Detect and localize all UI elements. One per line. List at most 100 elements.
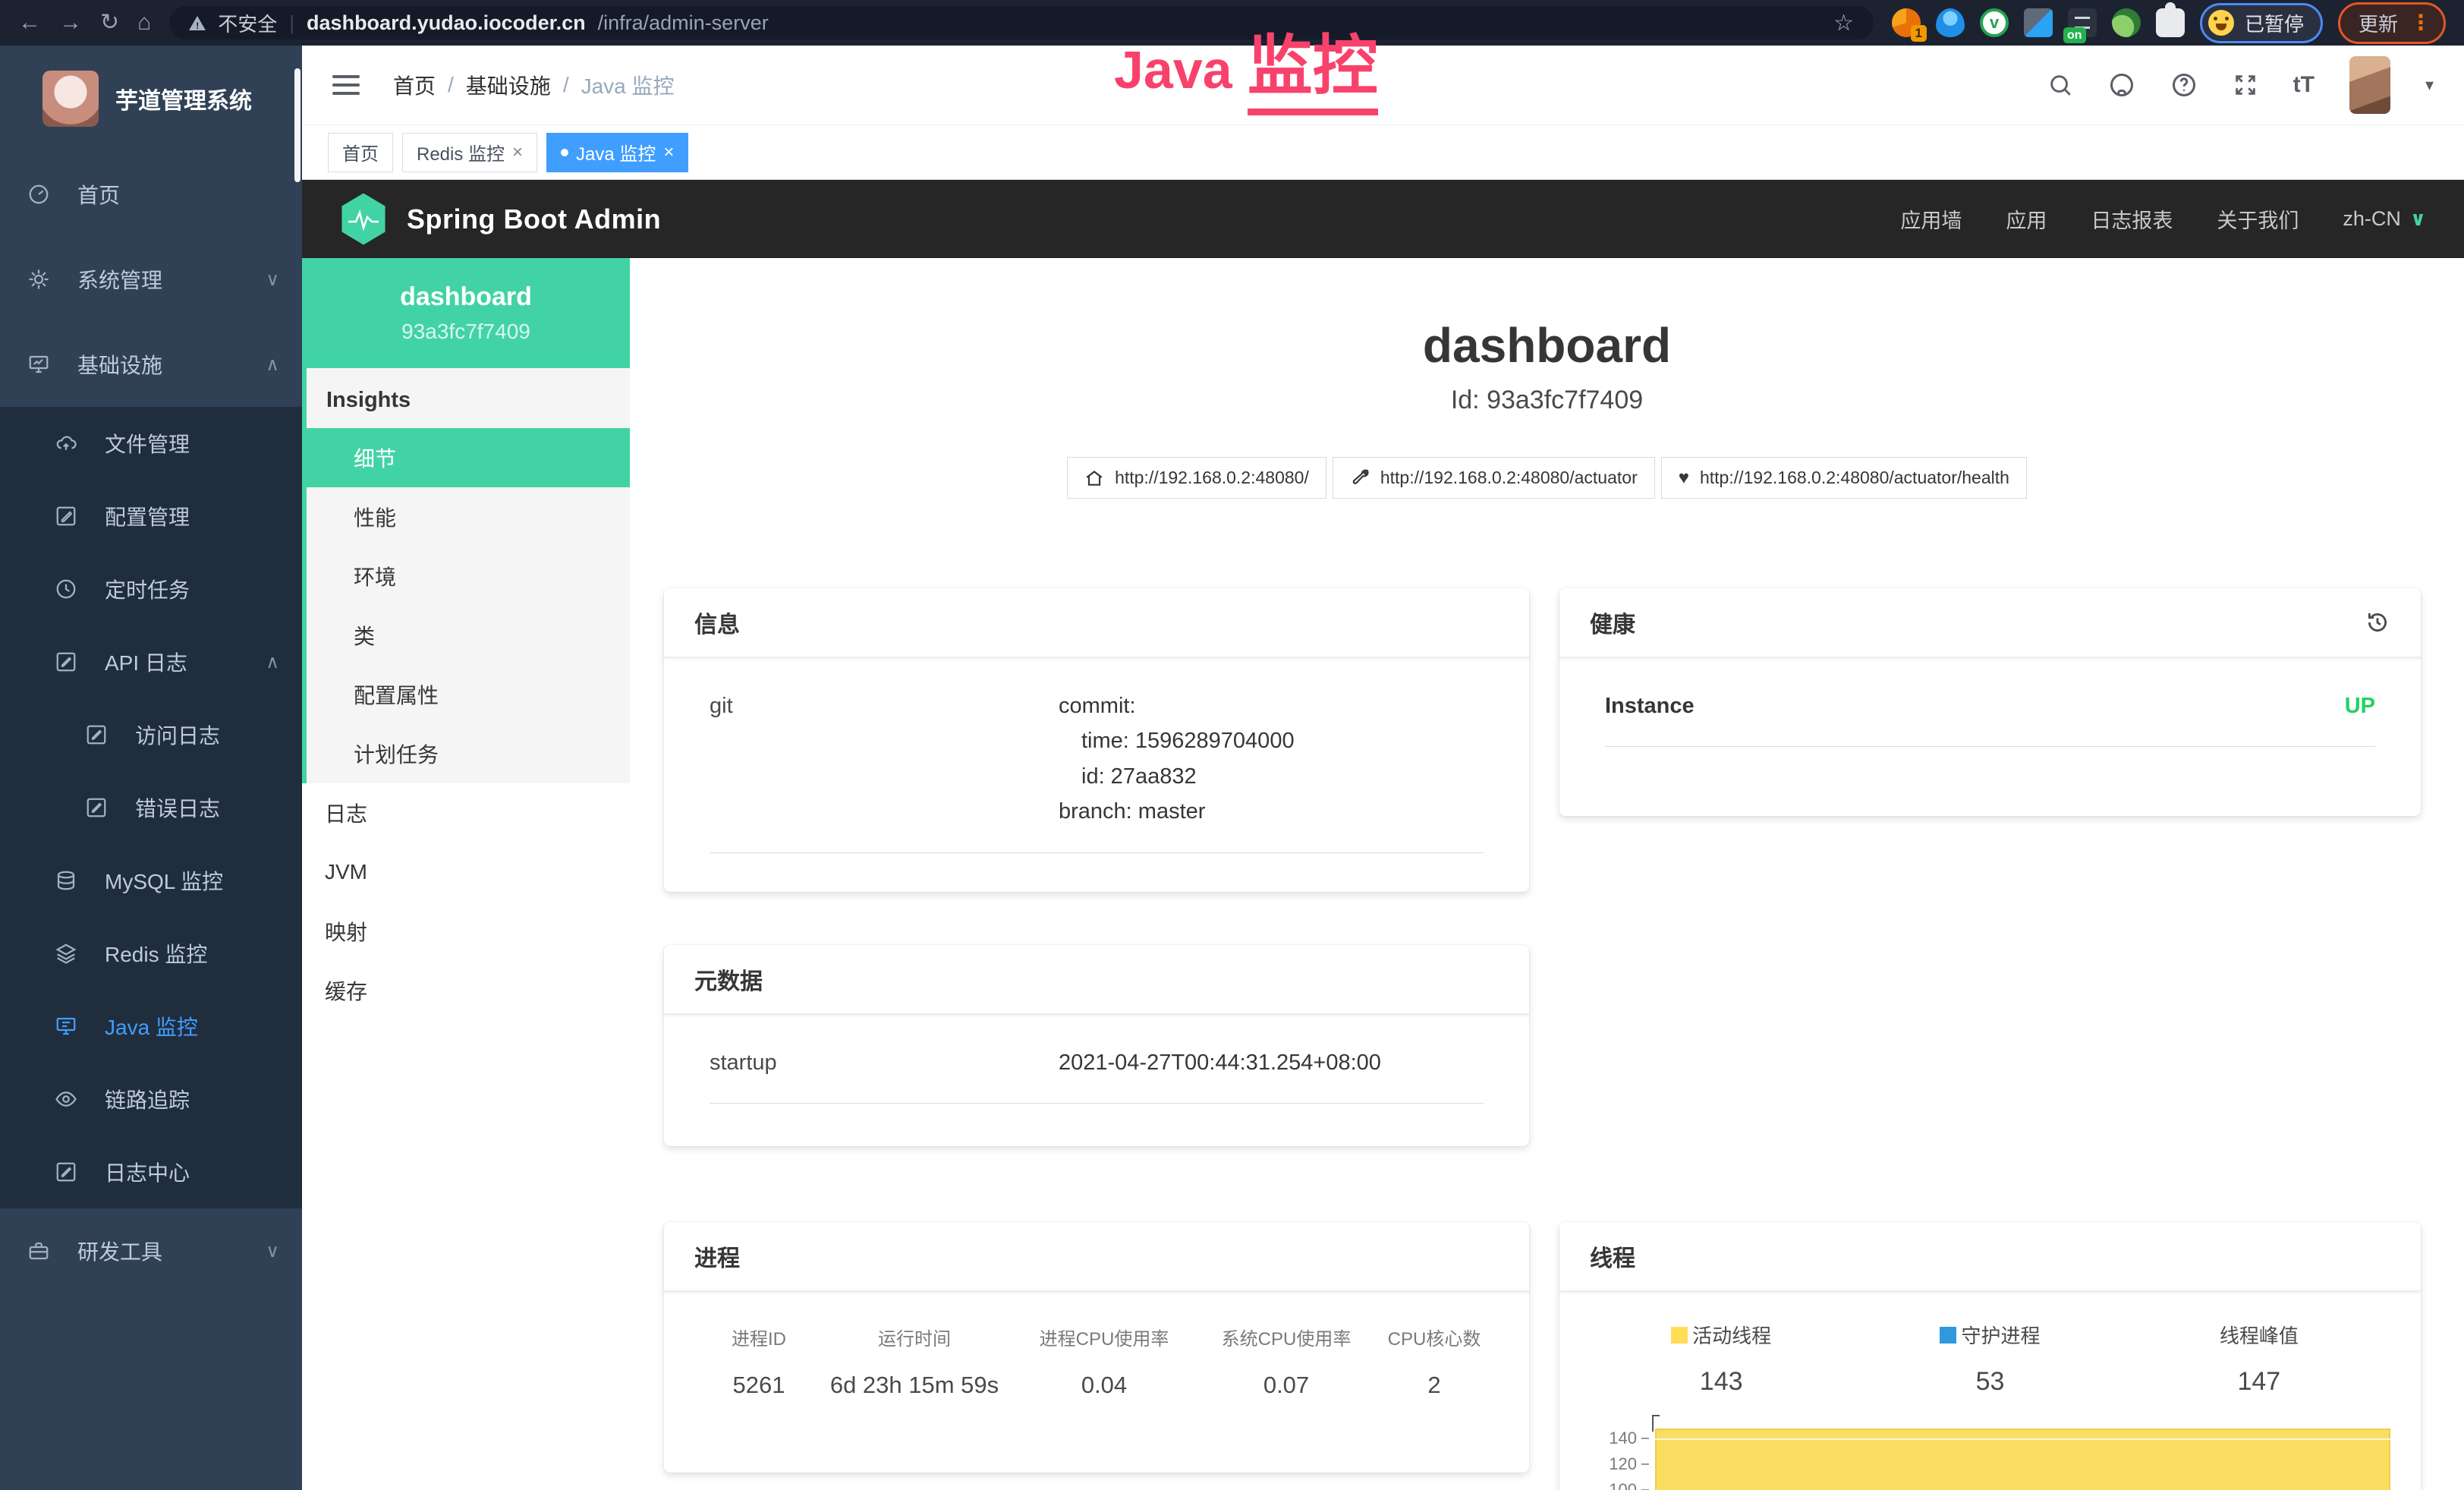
avatar[interactable]: [2349, 56, 2390, 114]
sba-sidebar-item-classes[interactable]: 类: [307, 606, 630, 665]
sba-sidebar-item-jvm[interactable]: JVM: [302, 843, 630, 902]
process-col-header: 进程ID: [702, 1324, 816, 1350]
sba-sidebar-item-config-props[interactable]: 配置属性: [307, 665, 630, 724]
font-size-icon[interactable]: tT: [2293, 72, 2315, 98]
sba-nav-about[interactable]: 关于我们: [2217, 204, 2299, 234]
fullscreen-icon[interactable]: [2233, 72, 2258, 98]
sidebar-item-tracing[interactable]: 链路追踪: [0, 1063, 302, 1136]
dashboard-icon: [27, 183, 62, 206]
sidebar-item-infra[interactable]: 基础设施 ∧: [0, 322, 302, 407]
log-edit-icon: [85, 796, 120, 819]
sidebar-item-label: 链路追踪: [105, 1084, 190, 1114]
hamburger-icon[interactable]: [332, 75, 360, 95]
log-edit-icon: [55, 650, 90, 673]
sba-nav-wallboard[interactable]: 应用墙: [1900, 204, 1962, 234]
browser-back-icon[interactable]: ←: [18, 11, 41, 34]
sidebar-item-mysql-monitor[interactable]: MySQL 监控: [0, 844, 302, 917]
sidebar-item-java-monitor[interactable]: Java 监控: [0, 990, 302, 1063]
threads-area-chart: 140 120 100: [1590, 1410, 2398, 1490]
sba-nav-journal[interactable]: 日志报表: [2091, 204, 2173, 234]
process-col-header: CPU核心数: [1377, 1324, 1491, 1350]
profile-paused-label: 已暂停: [2245, 9, 2304, 37]
avatar-caret-icon[interactable]: ▾: [2425, 75, 2434, 95]
sidebar-item-system[interactable]: 系统管理 ∨: [0, 237, 302, 322]
sidebar-item-api-log[interactable]: API 日志 ∧: [0, 625, 302, 698]
extension-switch-icon[interactable]: on: [2068, 8, 2097, 37]
process-cpu-value: 0.04: [1013, 1372, 1195, 1399]
app-logo-row: 芋道管理系统: [0, 46, 302, 152]
github-icon[interactable]: [2108, 71, 2135, 99]
sidebar-item-dev-tools[interactable]: 研发工具 ∨: [0, 1208, 302, 1293]
tab-redis-monitor[interactable]: Redis 监控 ×: [402, 133, 537, 172]
extension-green-icon[interactable]: v: [1980, 8, 2009, 37]
sidebar-item-label: 文件管理: [105, 428, 190, 458]
process-col-header: 系统CPU使用率: [1195, 1324, 1377, 1350]
history-icon[interactable]: [2365, 610, 2390, 635]
profile-paused-chip[interactable]: 已暂停: [2200, 3, 2323, 43]
sidebar-item-label: 基础设施: [77, 349, 162, 380]
sidebar-item-scheduled-jobs[interactable]: 定时任务: [0, 553, 302, 625]
extensions-puzzle-icon[interactable]: [2156, 8, 2185, 37]
sidebar-item-label: MySQL 监控: [105, 865, 223, 896]
sidebar-item-redis-monitor[interactable]: Redis 监控: [0, 917, 302, 990]
close-icon[interactable]: ×: [663, 142, 674, 163]
sba-instance-header[interactable]: dashboard 93a3fc7f7409: [302, 258, 630, 368]
sba-sidebar-item-mappings[interactable]: 映射: [302, 902, 630, 961]
sba-sidebar-item-caches[interactable]: 缓存: [302, 961, 630, 1020]
sba-nav-applications[interactable]: 应用: [2006, 204, 2047, 234]
sidebar-item-access-log[interactable]: 访问日志: [0, 698, 302, 771]
page-title: dashboard: [630, 317, 2464, 373]
browser-menu-icon[interactable]: ⋮: [2410, 12, 2431, 33]
health-status-badge: UP: [2345, 688, 2375, 723]
instance-home-link[interactable]: http://192.168.0.2:48080/: [1067, 457, 1326, 499]
search-icon[interactable]: [2047, 72, 2073, 98]
extension-grid-icon[interactable]: [2024, 8, 2053, 37]
admin-header: 首页 / 基础设施 / Java 监控 tT: [302, 46, 2464, 125]
sidebar-item-error-log[interactable]: 错误日志: [0, 771, 302, 844]
sidebar-item-label: 系统管理: [77, 264, 162, 295]
instance-actuator-link[interactable]: http://192.168.0.2:48080/actuator: [1333, 457, 1655, 499]
clock-icon: [55, 578, 90, 600]
browser-forward-icon[interactable]: →: [59, 11, 82, 34]
sidebar-item-log-center[interactable]: 日志中心: [0, 1136, 302, 1208]
threads-legend: 活动线程 143 守护进程 53 线程峰值 147: [1559, 1292, 2421, 1397]
extension-leaf-icon[interactable]: [2112, 8, 2141, 37]
cpu-cores-value: 2: [1377, 1372, 1491, 1399]
sidebar-item-home[interactable]: 首页: [0, 152, 302, 237]
address-bar[interactable]: ! 不安全 | dashboard.yudao.iocoder.cn /infr…: [169, 6, 1874, 39]
sba-sidebar-item-environment[interactable]: 环境: [307, 547, 630, 606]
log-edit-icon: [85, 723, 120, 746]
infra-submenu: 文件管理 配置管理 定时任务 API 日志 ∧: [0, 407, 302, 1208]
sidebar-item-config-manage[interactable]: 配置管理: [0, 480, 302, 553]
info-card-header: 信息: [664, 588, 1529, 658]
sba-sidebar-item-metrics[interactable]: 性能: [307, 487, 630, 547]
browser-update-button[interactable]: 更新 ⋮: [2338, 2, 2446, 44]
y-tick-mark: [1641, 1463, 1649, 1465]
sba-sidebar-item-details[interactable]: 细节: [307, 428, 630, 487]
sba-sidebar-item-scheduled-tasks[interactable]: 计划任务: [307, 724, 630, 783]
instance-link-url: http://192.168.0.2:48080/actuator: [1380, 468, 1638, 488]
instance-health-link[interactable]: ♥ http://192.168.0.2:48080/actuator/heal…: [1661, 457, 2027, 499]
sidebar-item-file-manage[interactable]: 文件管理: [0, 407, 302, 480]
git-time-line: time: 1596289704000: [1059, 723, 1295, 758]
sidebar-scrollbar-thumb[interactable]: [294, 68, 301, 182]
browser-chrome: ← → ↻ ⌂ ! 不安全 | dashboard.yudao.iocoder.…: [0, 0, 2464, 46]
tab-label: Java 监控: [576, 139, 656, 165]
breadcrumb-item-infra[interactable]: 基础设施: [466, 70, 551, 100]
gear-icon: [27, 268, 62, 291]
health-instance-row[interactable]: Instance UP: [1605, 688, 2375, 747]
browser-reload-icon[interactable]: ↻: [100, 11, 119, 34]
tab-home[interactable]: 首页: [328, 133, 393, 172]
breadcrumb-item-home[interactable]: 首页: [393, 70, 436, 100]
extension-orange-icon[interactable]: 1: [1892, 8, 1921, 37]
sba-sidebar-item-logs[interactable]: 日志: [302, 783, 630, 843]
help-icon[interactable]: [2170, 71, 2198, 99]
extension-pin-icon[interactable]: [1936, 8, 1965, 37]
browser-home-icon[interactable]: ⌂: [137, 11, 151, 34]
close-icon[interactable]: ×: [512, 142, 523, 163]
chevron-down-icon: ∨: [266, 1240, 279, 1262]
bookmark-star-icon[interactable]: ☆: [1833, 10, 1854, 36]
tab-java-monitor[interactable]: Java 监控 ×: [546, 133, 688, 172]
sba-locale-select[interactable]: zh-CN ∨: [2343, 207, 2426, 231]
url-domain: dashboard.yudao.iocoder.cn: [307, 11, 586, 35]
